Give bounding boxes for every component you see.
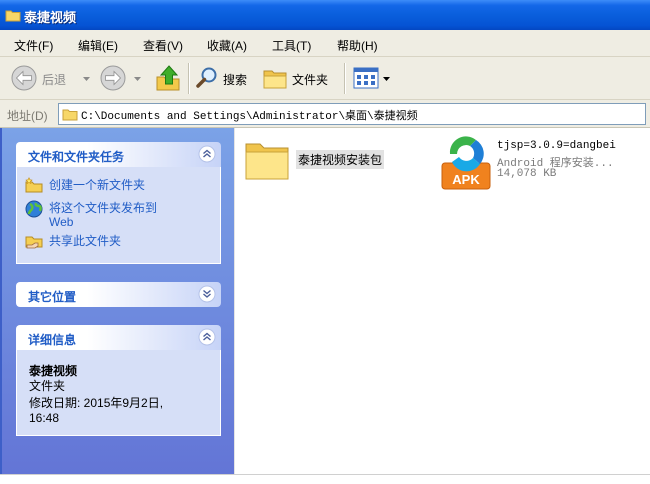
file-item-apk[interactable]: APK tjsp=3.0.9=dangbei Android 程序安装... 1… (440, 133, 645, 195)
menu-file[interactable]: 文件(F) (12, 37, 55, 54)
task-publish-web-label: 将这个文件夹发布到 Web (49, 201, 158, 229)
collapse-chevron-icon[interactable] (198, 145, 216, 163)
toolbar-separator (344, 63, 346, 94)
menu-bar: 文件(F) 编辑(E) 查看(V) 收藏(A) 工具(T) 帮助(H) (0, 30, 650, 57)
share-folder-icon (25, 236, 43, 249)
apk-icon: APK (440, 133, 492, 191)
forward-icon (100, 65, 126, 91)
menu-tools[interactable]: 工具(T) (270, 37, 313, 54)
toolbar-separator (188, 63, 190, 94)
forward-button[interactable] (98, 62, 128, 94)
views-icon (353, 67, 379, 89)
apk-badge-label: APK (452, 172, 480, 187)
window-bottom-edge (0, 474, 650, 484)
file-item-size: 14,078 KB (497, 168, 557, 180)
other-places-panel-title: 其它位置 (28, 290, 77, 304)
views-button[interactable] (350, 62, 394, 94)
address-label: 地址(D) (7, 109, 48, 123)
back-dropdown-icon[interactable] (83, 77, 90, 81)
menu-favorites[interactable]: 收藏(A) (205, 37, 249, 54)
views-dropdown-icon (383, 77, 390, 81)
details-panel-body: 泰捷视频 文件夹 修改日期: 2015年9月2日, 16:48 (16, 350, 221, 436)
task-new-folder[interactable]: 创建一个新文件夹 (25, 177, 205, 193)
folders-label: 文件夹 (292, 73, 329, 87)
details-type: 文件夹 (29, 379, 66, 393)
back-icon (11, 65, 37, 91)
window-title: 泰捷视频 (24, 10, 77, 25)
title-bar[interactable]: 泰捷视频 (0, 0, 650, 30)
address-path: C:\Documents and Settings\Administrator\… (81, 111, 418, 123)
back-label: 后退 (42, 73, 67, 87)
task-new-folder-label: 创建一个新文件夹 (49, 178, 146, 192)
address-bar: 地址(D) C:\Documents and Settings\Administ… (0, 100, 650, 128)
search-button[interactable]: 搜索 (193, 62, 255, 94)
folder-icon (5, 10, 21, 22)
folder-icon (245, 143, 289, 180)
folders-icon (263, 70, 287, 89)
search-label: 搜索 (223, 73, 248, 87)
task-publish-web[interactable]: 将这个文件夹发布到 Web (25, 200, 205, 230)
back-button[interactable]: 后退 (8, 62, 80, 94)
search-icon (196, 67, 217, 88)
expand-chevron-icon[interactable] (198, 285, 216, 303)
menu-view[interactable]: 查看(V) (141, 37, 185, 54)
details-panel-header[interactable]: 详细信息 (16, 325, 221, 350)
other-places-panel-header[interactable]: 其它位置 (16, 282, 221, 307)
globe-icon (25, 200, 43, 218)
file-item-folder[interactable]: 泰捷视频安装包 (244, 136, 400, 188)
address-field[interactable]: C:\Documents and Settings\Administrator\… (58, 103, 646, 125)
up-button[interactable] (152, 62, 184, 94)
details-modified: 修改日期: 2015年9月2日, 16:48 (29, 396, 164, 425)
forward-dropdown-icon[interactable] (134, 77, 141, 81)
folder-icon (62, 109, 78, 121)
file-item-label: tjsp=3.0.9=dangbei (497, 140, 616, 152)
tasks-panel-body: 创建一个新文件夹 将这个文件夹发布到 Web 共享此文件夹 (16, 167, 221, 264)
menu-help[interactable]: 帮助(H) (335, 37, 380, 54)
folders-button[interactable]: 文件夹 (260, 62, 340, 94)
details-panel-title: 详细信息 (28, 333, 77, 347)
toolbar: 后退 搜索 文件夹 (0, 57, 650, 100)
tasks-panel-title: 文件和文件夹任务 (28, 150, 125, 164)
up-folder-icon (156, 65, 180, 91)
tasks-panel-header[interactable]: 文件和文件夹任务 (16, 142, 221, 167)
task-share-folder-label: 共享此文件夹 (49, 234, 122, 248)
menu-edit[interactable]: 编辑(E) (76, 37, 120, 54)
file-item-label: 泰捷视频安装包 (296, 150, 385, 169)
new-folder-icon (25, 177, 43, 193)
task-share-folder[interactable]: 共享此文件夹 (25, 233, 205, 249)
collapse-chevron-icon[interactable] (198, 328, 216, 346)
